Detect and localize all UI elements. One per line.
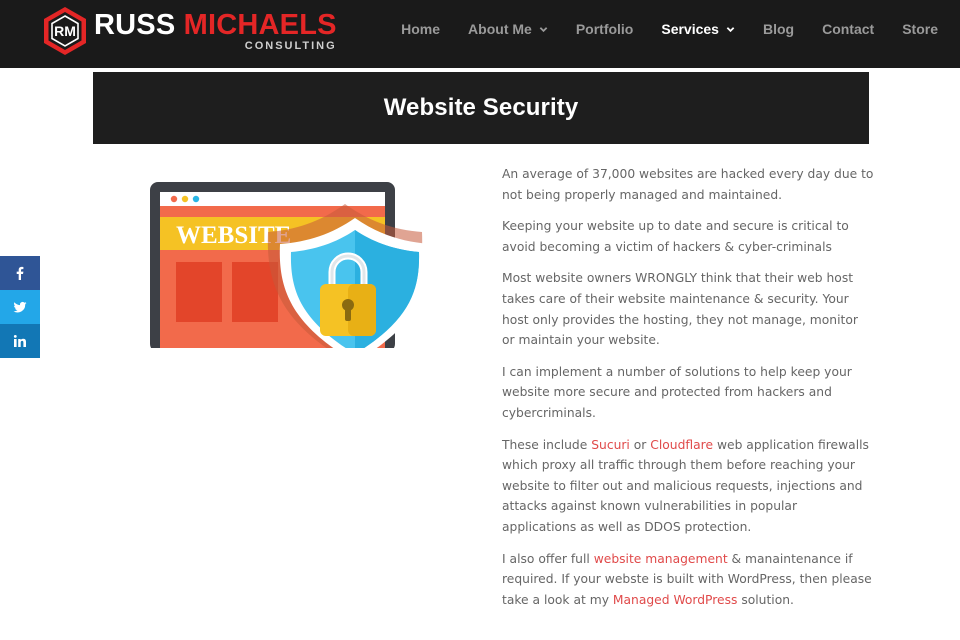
- page-title: Website Security: [383, 94, 579, 121]
- logo-word-michaels: MICHAELS: [183, 8, 337, 41]
- paragraph-text: These include: [502, 437, 592, 452]
- linkedin-icon: [13, 335, 26, 347]
- facebook-share-button[interactable]: [0, 256, 40, 290]
- main-content: An average of 37,000 websites are hacked…: [502, 164, 874, 621]
- nav-label: Services: [661, 21, 719, 37]
- paragraph: An average of 37,000 websites are hacked…: [502, 167, 874, 202]
- chevron-down-icon: [539, 26, 548, 32]
- nav-label: Home: [401, 21, 441, 37]
- logo-wordmark: RUSS MICHAELS CONSULTING: [94, 8, 337, 52]
- nav-label: Portfolio: [575, 21, 634, 37]
- logo-subtitle: CONSULTING: [244, 39, 337, 52]
- page-title-banner: Website Security: [93, 72, 869, 144]
- site-header: RM RUSS MICHAELS CONSULTING Home About M…: [0, 0, 960, 68]
- twitter-share-button[interactable]: [0, 290, 40, 324]
- nav-label: Contact: [822, 21, 875, 37]
- managed-wordpress-link[interactable]: Managed WordPress: [613, 593, 738, 607]
- linkedin-share-button[interactable]: [0, 324, 40, 358]
- main-nav: Home About Me Portfolio Services Blog Co…: [401, 0, 938, 58]
- website-security-illustration: WEBSITE: [150, 182, 430, 348]
- nav-label: Store: [902, 21, 938, 37]
- nav-item-home[interactable]: Home: [401, 21, 440, 37]
- paragraph: Most website owners WRONGLY think that t…: [502, 271, 858, 348]
- site-logo[interactable]: RM RUSS MICHAELS CONSULTING: [42, 6, 337, 56]
- nav-item-contact[interactable]: Contact: [822, 21, 874, 37]
- logo-word-russ: RUSS: [94, 8, 176, 41]
- nav-item-store[interactable]: Store: [902, 21, 938, 37]
- paragraph: I can implement a number of solutions to…: [502, 364, 852, 420]
- nav-item-blog[interactable]: Blog: [763, 21, 794, 37]
- twitter-icon: [13, 301, 27, 313]
- nav-item-about-me[interactable]: About Me: [468, 21, 548, 37]
- paragraph: I also offer full website management & m…: [502, 549, 874, 611]
- paragraph-text: I also offer full: [502, 551, 594, 566]
- social-share-bar: [0, 256, 40, 358]
- nav-label: About Me: [468, 21, 532, 37]
- facebook-icon: [16, 266, 24, 280]
- chevron-down-icon: [726, 26, 735, 32]
- cloudflare-link[interactable]: Cloudflare: [650, 438, 713, 452]
- website-management-link[interactable]: website management: [594, 552, 728, 566]
- nav-label: Blog: [762, 21, 795, 37]
- logo-monogram-text: RM: [54, 23, 76, 39]
- nav-item-portfolio[interactable]: Portfolio: [576, 21, 634, 37]
- sucuri-link[interactable]: Sucuri: [591, 438, 630, 452]
- paragraph-text: solution.: [737, 592, 794, 607]
- paragraph: These include Sucuri or Cloudflare web a…: [502, 435, 874, 538]
- nav-item-services[interactable]: Services: [661, 21, 735, 37]
- paragraph: Keeping your website up to date and secu…: [502, 219, 849, 254]
- paragraph-text: or: [629, 437, 651, 452]
- logo-monogram-icon: RM: [44, 7, 86, 55]
